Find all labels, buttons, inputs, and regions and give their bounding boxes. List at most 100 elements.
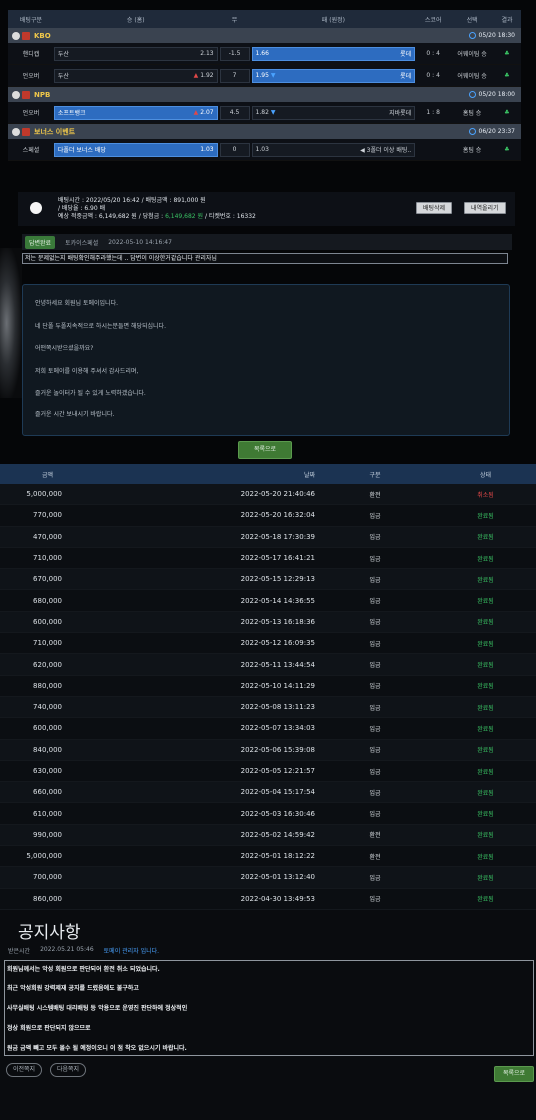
status-cell: 완료됨 xyxy=(477,598,494,606)
status-cell: 취소됨 xyxy=(477,491,494,499)
away-team: ◀ 3폴더 이상 배팅.. xyxy=(360,147,412,154)
home-odds-cell[interactable]: 두산 ▲ 1.92 xyxy=(53,68,218,83)
draw-handicap-cell[interactable]: -1.5 xyxy=(219,46,250,61)
table-row: 710,000 2022-05-12 16:09:35 입금 완료됨 xyxy=(0,633,536,655)
amount-cell: 670,000 xyxy=(33,575,62,584)
away-odds-cell[interactable]: 1.95 ▼ 롯데 xyxy=(251,68,416,83)
draw-handicap-cell[interactable]: 7 xyxy=(219,68,250,83)
away-odds-cell[interactable]: 1.82 ▼ 지바롯데 xyxy=(251,105,416,120)
notice-title: 공지사항 xyxy=(18,923,81,943)
table-row: 600,000 2022-05-07 13:34:03 입금 완료됨 xyxy=(0,718,536,740)
inquiry-datetime: 2022-05-10 14:16:47 xyxy=(108,238,172,246)
type-cell: 입금 xyxy=(369,725,381,733)
home-team: 두산 xyxy=(57,51,69,58)
amount-cell: 840,000 xyxy=(33,745,62,754)
table-row: 710,000 2022-05-17 16:41:21 입금 완료됨 xyxy=(0,547,536,570)
amount-cell: 880,000 xyxy=(33,681,62,690)
delete-bet-button[interactable]: 배팅삭제 xyxy=(416,202,453,214)
flag-icon xyxy=(12,127,30,136)
amount-cell: 770,000 xyxy=(33,511,62,520)
flag-icon xyxy=(12,31,30,40)
transaction-table: 금액 날짜 구분 상태 5,000,000 2022-05-20 21:40:46… xyxy=(0,464,536,910)
league-date-text: 05/20 18:30 xyxy=(478,32,516,39)
away-odds-cell[interactable]: 1.66 롯데 xyxy=(251,46,416,61)
type-cell: 입금 xyxy=(369,640,381,648)
date-cell: 2022-05-01 18:12:22 xyxy=(240,852,315,861)
amount-cell: 660,000 xyxy=(33,788,62,797)
received-time-label: 받은시간 xyxy=(8,948,31,955)
table-row: 610,000 2022-05-03 16:30:46 입금 완료됨 xyxy=(0,803,536,825)
table-row: 740,000 2022-05-08 13:11:23 입금 완료됨 xyxy=(0,696,536,719)
league-name: 보너스 이벤트 xyxy=(34,127,76,136)
header-draw: 무 xyxy=(231,16,238,24)
date-cell: 2022-05-17 16:41:21 xyxy=(240,554,315,563)
type-cell: 입금 xyxy=(369,512,381,520)
notice-panel: 공지사항 받은시간 2022.05.21 05:46 토메이 관리자 입니다. … xyxy=(0,910,536,1120)
away-odds-cell[interactable]: 1.03 ◀ 3폴더 이상 배팅.. xyxy=(251,142,416,157)
notice-body: 회원님께서는 악성 회원으로 판단되어 환전 취소 되었습니다. 최근 악성회원… xyxy=(4,960,534,1056)
answer-line: 즐거운 놀이터가 될 수 있게 노력하겠습니다. xyxy=(35,390,146,397)
score: 1 : 8 xyxy=(426,109,440,116)
table-row: 600,000 2022-05-13 16:18:36 입금 완료됨 xyxy=(0,611,536,634)
home-team: 소프트뱅크 xyxy=(57,110,86,117)
bet-payout-line: 예상 적중금액 : 6,149,682 원 / 당첨금 : 6,149,682 … xyxy=(58,213,256,221)
away-odds: 1.66 xyxy=(256,50,269,57)
status-cell: 완료됨 xyxy=(477,555,494,563)
table-row: 860,000 2022-04-30 13:49:53 입금 완료됨 xyxy=(0,888,536,910)
draw-handicap-cell[interactable]: 4.5 xyxy=(219,105,250,120)
type-cell: 입금 xyxy=(369,662,381,670)
result-win-icon: ♣ xyxy=(504,50,510,57)
notice-list-button[interactable]: 목록으로 xyxy=(494,1066,534,1082)
date-cell: 2022-05-07 13:34:03 xyxy=(240,724,315,733)
bet-select-radio[interactable] xyxy=(30,202,42,214)
league-list: KBO 05/20 18:30 핸디캡 두산 2.13 -1.5 1.66 롯데 0 : 4어… xyxy=(8,28,521,161)
type-cell: 입금 xyxy=(369,768,381,776)
clock-icon xyxy=(468,32,476,39)
status-cell: 완료됨 xyxy=(477,853,494,861)
home-odds-cell[interactable]: 다폴더 보너스 배당 1.03 xyxy=(53,142,218,157)
type-cell: 환전 xyxy=(369,832,381,840)
bet-row: 언오버 소프트뱅크 ▲ 2.07 4.5 1.82 ▼ 지바롯데 1 : 8 홈팀 승 ♣ xyxy=(8,102,521,124)
clock-icon xyxy=(468,128,476,135)
result-win-icon: ♣ xyxy=(504,146,510,153)
date-cell: 2022-05-20 21:40:46 xyxy=(240,490,315,499)
league-header: KBO 05/20 18:30 xyxy=(8,28,521,43)
pick: 홈팀 승 xyxy=(462,147,482,154)
amount-cell: 5,000,000 xyxy=(26,490,62,499)
table-row: 670,000 2022-05-15 12:29:13 입금 완료됨 xyxy=(0,569,536,591)
answer-line: 즐거운 시간 보내시기 바랍니다. xyxy=(35,411,115,418)
upload-history-button[interactable]: 내역올리기 xyxy=(464,202,506,214)
prev-message-button[interactable]: 이전쪽지 xyxy=(6,1063,43,1077)
result-win-icon: ♣ xyxy=(504,109,510,116)
status-cell: 완료됨 xyxy=(477,534,494,542)
type-cell: 환전 xyxy=(369,491,381,499)
bet-type: 핸디캡 xyxy=(22,51,40,58)
home-odds-cell[interactable]: 소프트뱅크 ▲ 2.07 xyxy=(53,105,218,120)
date-cell: 2022-05-05 12:21:57 xyxy=(240,767,315,775)
amount-cell: 620,000 xyxy=(33,660,62,669)
odds-down-icon: ▼ xyxy=(270,72,276,79)
home-odds-cell[interactable]: 두산 2.13 xyxy=(53,46,218,61)
draw-handicap-cell[interactable]: 0 xyxy=(219,142,250,157)
header-away-win: 패 (원정) xyxy=(321,16,345,24)
away-team: 롯데 xyxy=(400,73,412,80)
status-cell: 완료됨 xyxy=(477,768,494,776)
date-cell: 2022-05-10 14:11:29 xyxy=(240,681,315,690)
ticket-number: / 티켓번호 : 16332 xyxy=(203,213,256,220)
back-to-list-button[interactable]: 목록으로 xyxy=(238,441,292,459)
away-odds-value: 1.66 xyxy=(255,50,269,57)
inquiry-panel: 답변완료 토카이스페셜 2022-05-10 14:16:47 저는 문제없는지… xyxy=(0,228,536,464)
table-row: 700,000 2022-05-01 13:12:40 입금 완료됨 xyxy=(0,867,536,889)
date-cell: 2022-05-08 13:11:23 xyxy=(240,703,315,712)
date-cell: 2022-05-04 15:17:54 xyxy=(240,788,315,797)
table-row: 620,000 2022-05-11 13:44:54 입금 완료됨 xyxy=(0,654,536,676)
date-cell: 2022-05-13 16:18:36 xyxy=(240,617,315,626)
status-cell: 완료됨 xyxy=(477,619,494,627)
header-result: 결과 xyxy=(501,16,513,24)
status-cell: 완료됨 xyxy=(477,704,494,712)
status-cell: 완료됨 xyxy=(477,896,494,904)
date-cell: 2022-05-03 16:30:46 xyxy=(240,809,315,818)
status-cell: 완료됨 xyxy=(477,874,494,882)
next-message-button[interactable]: 다음쪽지 xyxy=(50,1063,87,1077)
bet-type: 언오버 xyxy=(22,73,40,80)
